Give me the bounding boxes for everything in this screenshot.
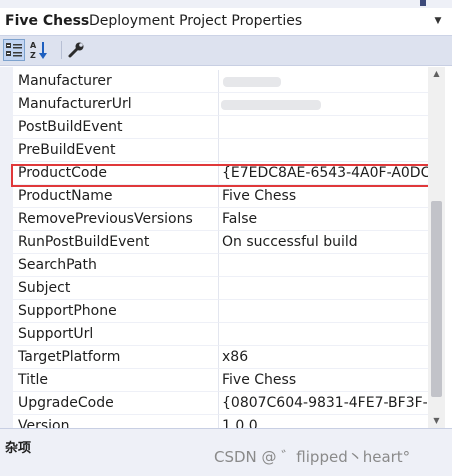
scroll-thumb[interactable] — [431, 201, 442, 397]
toolbar-separator — [61, 41, 62, 59]
property-value[interactable] — [219, 323, 428, 346]
property-pages-icon — [68, 42, 84, 58]
property-name: RunPostBuildEvent — [13, 231, 219, 254]
property-name: Version — [13, 415, 219, 428]
watermark-text: CSDN @ ゛flipped丶heart° — [214, 448, 411, 466]
property-value[interactable] — [219, 116, 428, 139]
property-value[interactable]: Five Chess — [219, 369, 428, 392]
property-name: UpgradeCode — [13, 392, 219, 415]
property-row-productname[interactable]: ProductName Five Chess — [13, 185, 428, 208]
description-category: 杂项 — [5, 441, 32, 456]
property-name: Title — [13, 369, 219, 392]
property-row-title[interactable]: Title Five Chess — [13, 369, 428, 392]
property-grid: Manufacturer ManufacturerUrl PostBuildEv… — [0, 67, 428, 428]
property-row-subject[interactable]: Subject — [13, 277, 428, 300]
property-value[interactable]: 1.0.0 — [219, 415, 428, 428]
property-name: RemovePreviousVersions — [13, 208, 219, 231]
property-value[interactable]: x86 — [219, 346, 428, 369]
property-name: SearchPath — [13, 254, 219, 277]
property-row-runpostbuildevent[interactable]: RunPostBuildEvent On successful build — [13, 231, 428, 254]
property-pages-button[interactable] — [65, 39, 87, 61]
svg-text:Z: Z — [30, 51, 36, 60]
property-name: Subject — [13, 277, 219, 300]
alphabetical-button[interactable]: A Z — [29, 39, 51, 61]
property-row-postbuildevent[interactable]: PostBuildEvent — [13, 116, 428, 139]
object-type: Deployment Project Properties — [89, 13, 303, 29]
scroll-up-icon[interactable]: ▲ — [428, 67, 445, 81]
property-row-supportphone[interactable]: SupportPhone — [13, 300, 428, 323]
window-top-strip — [0, 0, 452, 8]
redacted-value — [221, 100, 321, 110]
window-edge-mark — [420, 0, 426, 6]
categorized-icon — [6, 43, 22, 57]
property-value[interactable] — [219, 300, 428, 323]
property-name: ProductName — [13, 185, 219, 208]
property-row-version[interactable]: Version 1.0.0 — [13, 415, 428, 428]
property-row-productcode[interactable]: ProductCode {E7EDC8AE-6543-4A0F-A0DC — [13, 162, 428, 185]
property-value[interactable]: False — [219, 208, 428, 231]
property-name: Manufacturer — [13, 70, 219, 93]
property-row-targetplatform[interactable]: TargetPlatform x86 — [13, 346, 428, 369]
property-row-supporturl[interactable]: SupportUrl — [13, 323, 428, 346]
property-value[interactable] — [219, 277, 428, 300]
property-value[interactable]: On successful build — [219, 231, 428, 254]
scroll-down-icon[interactable]: ▼ — [428, 414, 445, 428]
property-row-searchpath[interactable]: SearchPath — [13, 254, 428, 277]
property-value[interactable] — [219, 254, 428, 277]
property-value[interactable]: Five Chess — [219, 185, 428, 208]
property-row-upgradecode[interactable]: UpgradeCode {0807C604-9831-4FE7-BF3F-8 — [13, 392, 428, 415]
property-name: PostBuildEvent — [13, 116, 219, 139]
property-name: ManufacturerUrl — [13, 93, 219, 116]
redacted-value — [223, 77, 281, 87]
property-row-manufacturer[interactable]: Manufacturer — [13, 70, 428, 93]
property-value[interactable]: {E7EDC8AE-6543-4A0F-A0DC — [219, 162, 428, 185]
property-row-prebuildevent[interactable]: PreBuildEvent — [13, 139, 428, 162]
property-name: SupportPhone — [13, 300, 219, 323]
vertical-scrollbar[interactable]: ▲ ▼ — [428, 67, 445, 428]
property-value[interactable] — [219, 139, 428, 162]
object-name: Five Chess — [5, 13, 90, 29]
property-name: SupportUrl — [13, 323, 219, 346]
categorized-button[interactable] — [3, 39, 25, 61]
property-name: ProductCode — [13, 162, 219, 185]
svg-text:A: A — [30, 41, 37, 50]
property-name: TargetPlatform — [13, 346, 219, 369]
property-toolbar: A Z — [0, 36, 452, 66]
alphabetical-icon: A Z — [30, 41, 47, 60]
property-name: PreBuildEvent — [13, 139, 219, 162]
property-row-removepreviousversions[interactable]: RemovePreviousVersions False — [13, 208, 428, 231]
property-value[interactable]: {0807C604-9831-4FE7-BF3F-8 — [219, 392, 428, 415]
property-row-manufacturerurl[interactable]: ManufacturerUrl — [13, 93, 428, 116]
object-selector[interactable]: Five Chess Deployment Project Properties… — [0, 8, 452, 36]
grid-gutter — [0, 67, 13, 428]
dropdown-icon[interactable]: ▼ — [432, 15, 444, 27]
